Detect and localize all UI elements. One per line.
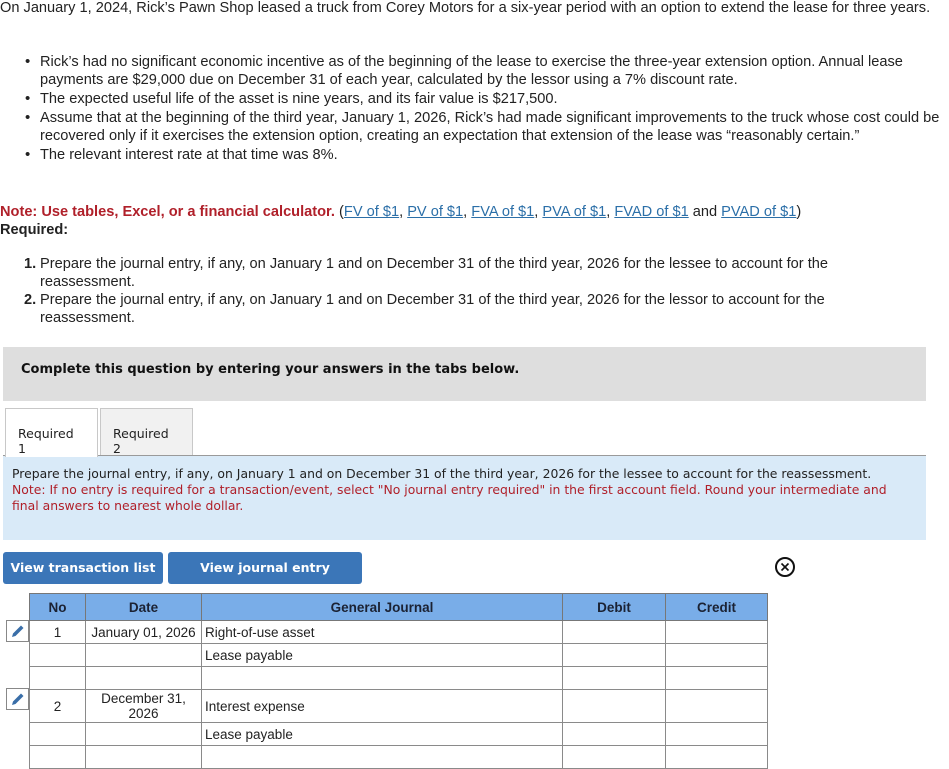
debit-cell — [562, 722, 666, 746]
header-general-journal: General Journal — [201, 593, 563, 621]
header-no: No — [29, 593, 86, 621]
entry-no: 2 — [29, 689, 86, 723]
required-heading: Required: — [0, 222, 69, 238]
table-row: Lease payable — [29, 643, 768, 667]
problem-facts-list: Rick’s had no significant economic incen… — [0, 53, 945, 165]
account-cell: Lease payable — [201, 643, 563, 667]
fact-item: Assume that at the beginning of the thir… — [25, 109, 945, 145]
requirement-text: Prepare the journal entry, if any, on Ja… — [40, 256, 828, 290]
account-cell — [201, 745, 563, 769]
entry-no — [29, 666, 86, 690]
link-fva-of-1[interactable]: FVA of $1 — [471, 204, 534, 220]
table-row: 1 January 01, 2026 Right-of-use asset — [29, 620, 768, 644]
requirement-number: 1. — [24, 256, 37, 272]
link-pvad-of-1[interactable]: PVAD of $1 — [721, 204, 796, 220]
header-debit: Debit — [562, 593, 666, 621]
credit-cell — [665, 689, 768, 723]
fact-item: The expected useful life of the asset is… — [25, 90, 945, 108]
entry-no — [29, 722, 86, 746]
entry-no — [29, 745, 86, 769]
account-cell — [201, 666, 563, 690]
table-row: Lease payable — [29, 722, 768, 746]
link-fvad-of-1[interactable]: FVAD of $1 — [614, 204, 688, 220]
entry-date: January 01, 2026 — [85, 620, 202, 644]
debit-cell — [562, 643, 666, 667]
header-date: Date — [85, 593, 202, 621]
instructions-note: Note: If no entry is required for a tran… — [12, 482, 887, 513]
note-label: Note: Use tables, Excel, or a financial … — [0, 204, 335, 220]
credit-cell — [665, 643, 768, 667]
entry-date: December 31, 2026 — [85, 689, 202, 723]
fact-item: Rick’s had no significant economic incen… — [25, 53, 945, 89]
debit-cell — [562, 666, 666, 690]
account-cell: Lease payable — [201, 722, 563, 746]
entry-date — [85, 666, 202, 690]
link-pv-of-1[interactable]: PV of $1 — [407, 204, 463, 220]
fact-item: The relevant interest rate at that time … — [25, 146, 945, 164]
problem-intro: On January 1, 2024, Rick’s Pawn Shop lea… — [0, 0, 931, 16]
separator: , — [399, 204, 408, 220]
close-circle-icon[interactable] — [774, 556, 796, 578]
credit-cell — [665, 745, 768, 769]
table-row: 2 December 31, 2026 Interest expense — [29, 689, 768, 723]
entry-date — [85, 643, 202, 667]
table-row — [29, 666, 768, 690]
credit-cell — [665, 620, 768, 644]
pencil-icon — [11, 625, 23, 637]
tab-instructions: Prepare the journal entry, if any, on Ja… — [3, 455, 926, 540]
journal-header-row: No Date General Journal Debit Credit — [29, 593, 768, 621]
instructions-banner: Complete this question by entering your … — [3, 347, 926, 401]
link-pva-of-1[interactable]: PVA of $1 — [542, 204, 606, 220]
journal-table: No Date General Journal Debit Credit 1 J… — [29, 593, 768, 769]
requirement-text: Prepare the journal entry, if any, on Ja… — [40, 292, 825, 326]
account-cell: Right-of-use asset — [201, 620, 563, 644]
entry-date — [85, 745, 202, 769]
tab-bar: Required 1 Required 2 — [5, 408, 193, 457]
account-cell: Interest expense — [201, 689, 563, 723]
requirement-item: 2. Prepare the journal entry, if any, on … — [24, 291, 900, 327]
view-journal-entry-worksheet-button[interactable]: View journal entry worksheet — [168, 552, 362, 607]
tab-required-2[interactable]: Required 2 — [100, 408, 193, 456]
entry-no — [29, 643, 86, 667]
header-credit: Credit — [665, 593, 768, 621]
paren-close: ) — [796, 204, 802, 220]
tab-required-1[interactable]: Required 1 — [5, 408, 98, 457]
link-fv-of-1[interactable]: FV of $1 — [344, 204, 399, 220]
pencil-icon — [11, 693, 23, 705]
table-row — [29, 745, 768, 769]
calculator-note: Note: Use tables, Excel, or a financial … — [0, 203, 801, 221]
debit-cell — [562, 689, 666, 723]
credit-cell — [665, 722, 768, 746]
requirements-list: 1. Prepare the journal entry, if any, on … — [0, 255, 900, 327]
view-transaction-list-button[interactable]: View transaction list — [3, 552, 163, 584]
edit-entry-1-button[interactable] — [6, 620, 29, 642]
edit-entry-2-button[interactable] — [6, 688, 29, 710]
requirement-number: 2. — [24, 292, 37, 308]
debit-cell — [562, 620, 666, 644]
entry-no: 1 — [29, 620, 86, 644]
instructions-text: Prepare the journal entry, if any, on Ja… — [12, 466, 872, 481]
credit-cell — [665, 666, 768, 690]
debit-cell — [562, 745, 666, 769]
entry-date — [85, 722, 202, 746]
and-text: and — [688, 204, 722, 220]
paren-open: ( — [334, 204, 344, 220]
requirement-item: 1. Prepare the journal entry, if any, on … — [24, 255, 900, 291]
